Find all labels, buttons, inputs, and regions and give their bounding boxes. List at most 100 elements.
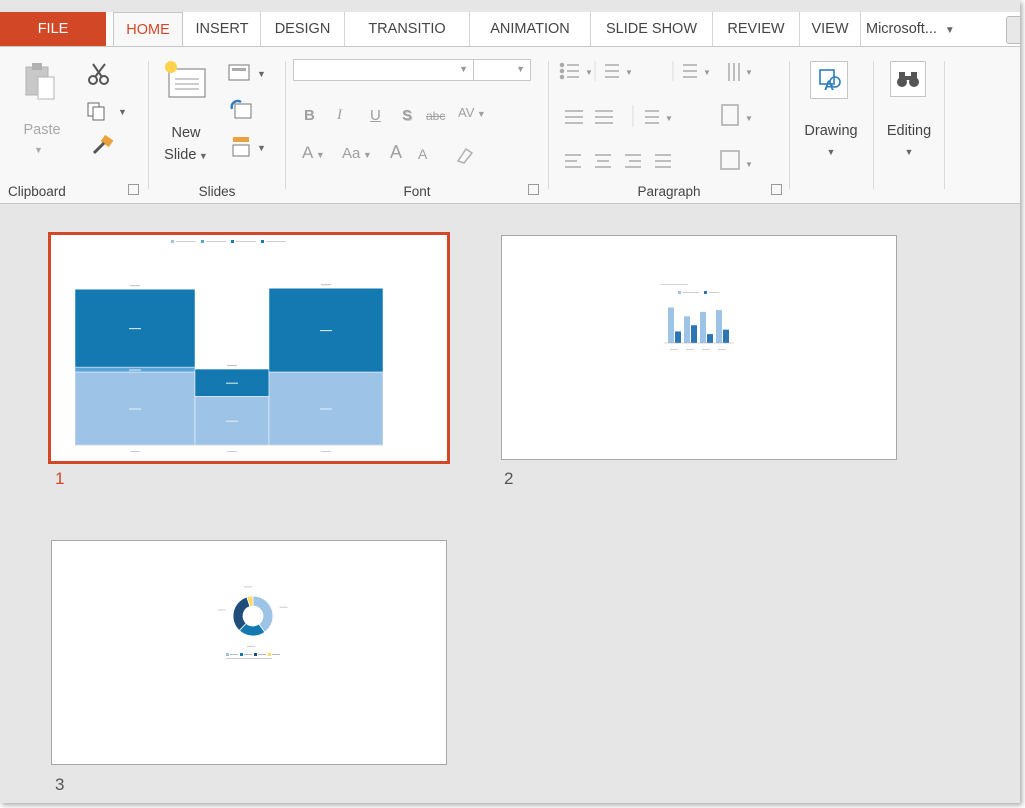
svg-text:▼: ▼ bbox=[745, 68, 753, 77]
paste-dropdown-arrow[interactable]: ▼ bbox=[34, 145, 43, 155]
svg-text:A: A bbox=[824, 77, 834, 93]
paste-icon[interactable] bbox=[24, 59, 58, 103]
slide-number-2: 2 bbox=[504, 469, 514, 488]
legend-marker bbox=[704, 291, 707, 294]
bold-button[interactable]: B bbox=[304, 107, 315, 124]
chart-title-mark bbox=[660, 284, 688, 285]
tab-insert[interactable]: INSERT bbox=[184, 12, 261, 46]
strikethrough-button[interactable]: abc bbox=[426, 109, 445, 123]
group-divider bbox=[789, 61, 790, 189]
slide-thumbnail-3[interactable] bbox=[51, 540, 447, 765]
editing-dropdown-arrow[interactable]: ▼ bbox=[874, 147, 944, 157]
chart-bar bbox=[668, 307, 674, 343]
character-spacing-button[interactable]: AV ▼ bbox=[458, 105, 486, 120]
legend-marker bbox=[201, 240, 204, 243]
font-size-combo[interactable]: ▼ bbox=[473, 59, 531, 81]
drawing-group: A Drawing ▼ bbox=[792, 47, 872, 203]
svg-text:▼: ▼ bbox=[118, 107, 126, 117]
clear-formatting-icon[interactable] bbox=[454, 145, 476, 165]
font-group: ▼ ▼ B I U S abc AV ▼ A ▼ Aa ▼ A A Font bbox=[286, 47, 548, 203]
svg-text:▼: ▼ bbox=[625, 68, 633, 77]
tab-transitions[interactable]: TRANSITIO bbox=[345, 12, 470, 46]
chevron-down-icon: ▼ bbox=[944, 25, 955, 36]
tab-design[interactable]: DESIGN bbox=[261, 12, 345, 46]
slide3-donut-chart bbox=[217, 586, 288, 659]
legend-text-mark bbox=[206, 241, 226, 242]
svg-text:▼: ▼ bbox=[665, 114, 673, 123]
font-name-combo[interactable]: ▼ bbox=[293, 59, 474, 81]
svg-text:▼: ▼ bbox=[257, 143, 266, 153]
legend-marker bbox=[678, 291, 681, 294]
paragraph-launcher-icon[interactable] bbox=[771, 184, 782, 195]
shapes-icon: A bbox=[819, 69, 841, 93]
text-shadow-button[interactable]: S bbox=[402, 107, 412, 124]
tab-slide-show[interactable]: SLIDE SHOW bbox=[591, 12, 713, 46]
legend-text-mark bbox=[258, 654, 266, 655]
data-label-mark bbox=[129, 328, 141, 330]
legend-text-mark bbox=[709, 292, 719, 293]
svg-text:▼: ▼ bbox=[703, 68, 711, 77]
underline-button[interactable]: U bbox=[370, 107, 381, 124]
slide-thumbnail-2[interactable] bbox=[501, 235, 897, 460]
tab-home[interactable]: HOME bbox=[113, 12, 183, 47]
legend-marker bbox=[226, 653, 229, 656]
drawing-dropdown-arrow[interactable]: ▼ bbox=[792, 147, 870, 157]
ribbon-tab-bar: FILE HOME INSERT DESIGN TRANSITIO ANIMAT… bbox=[0, 12, 1020, 47]
data-label-mark bbox=[129, 408, 141, 410]
change-case-label: Aa bbox=[342, 145, 361, 162]
avatar[interactable] bbox=[1006, 16, 1020, 44]
data-label-mark bbox=[320, 330, 332, 332]
binoculars-icon bbox=[897, 72, 919, 87]
paragraph-tools[interactable]: ▼ ▼ ▼ ▼ ▼ ▼ ▼ bbox=[559, 59, 779, 179]
new-slide-label-line2: Slide bbox=[164, 147, 197, 163]
new-slide-label-line1[interactable]: New bbox=[161, 125, 211, 141]
font-color-label: A bbox=[302, 143, 314, 162]
total-label-mark bbox=[321, 284, 331, 286]
data-label-mark bbox=[320, 408, 332, 410]
chart-bar bbox=[723, 329, 729, 343]
legend-text-mark bbox=[266, 241, 286, 242]
drawing-button-frame[interactable]: A bbox=[810, 61, 848, 99]
editing-label[interactable]: Editing bbox=[874, 123, 944, 139]
change-case-button[interactable]: Aa ▼ bbox=[342, 145, 372, 162]
tab-review[interactable]: REVIEW bbox=[713, 12, 800, 46]
total-label-mark bbox=[227, 365, 237, 367]
paragraph-group: ▼ ▼ ▼ ▼ ▼ ▼ ▼ Paragraph bbox=[549, 47, 789, 203]
chart-bar bbox=[675, 331, 681, 343]
grow-font-button[interactable]: A bbox=[390, 142, 402, 163]
drawing-label[interactable]: Drawing bbox=[792, 123, 870, 139]
chart-bar bbox=[684, 316, 690, 343]
copy-icon[interactable]: ▼ bbox=[86, 101, 126, 123]
editing-button-frame[interactable] bbox=[890, 61, 926, 97]
chart-bar bbox=[707, 334, 713, 343]
legend-text-mark bbox=[230, 654, 238, 655]
shrink-font-button[interactable]: A bbox=[418, 146, 427, 162]
brush-icon[interactable] bbox=[90, 135, 116, 157]
italic-button[interactable]: I bbox=[337, 107, 342, 124]
layout-icon[interactable]: ▼ bbox=[227, 63, 269, 83]
slides-group-label: Slides bbox=[198, 184, 236, 199]
data-label-mark bbox=[226, 420, 238, 422]
legend-marker bbox=[261, 240, 264, 243]
slide-thumbnail-1[interactable] bbox=[48, 232, 450, 464]
scissors-icon[interactable] bbox=[86, 61, 112, 87]
new-slide-icon[interactable] bbox=[163, 59, 207, 99]
font-color-button[interactable]: A ▼ bbox=[302, 143, 325, 163]
account-menu[interactable]: Microsoft... ▼ bbox=[866, 12, 1001, 46]
group-divider bbox=[944, 61, 945, 189]
paragraph-group-label: Paragraph bbox=[637, 184, 701, 199]
tab-file[interactable]: FILE bbox=[0, 12, 106, 46]
new-slide-dropdown[interactable]: Slide ▼ bbox=[161, 147, 211, 163]
tab-view[interactable]: VIEW bbox=[800, 12, 861, 46]
axis-tick-label bbox=[718, 349, 726, 350]
tab-animations[interactable]: ANIMATION bbox=[470, 12, 591, 46]
section-icon[interactable]: ▼ bbox=[227, 135, 269, 159]
legend-marker bbox=[231, 240, 234, 243]
reset-icon[interactable] bbox=[229, 99, 253, 121]
svg-text:▼: ▼ bbox=[745, 160, 753, 169]
data-label-mark bbox=[243, 586, 252, 588]
paste-label[interactable]: Paste bbox=[20, 122, 64, 138]
legend-marker bbox=[171, 240, 174, 243]
font-launcher-icon[interactable] bbox=[528, 184, 539, 195]
clipboard-launcher-icon[interactable] bbox=[128, 184, 139, 195]
